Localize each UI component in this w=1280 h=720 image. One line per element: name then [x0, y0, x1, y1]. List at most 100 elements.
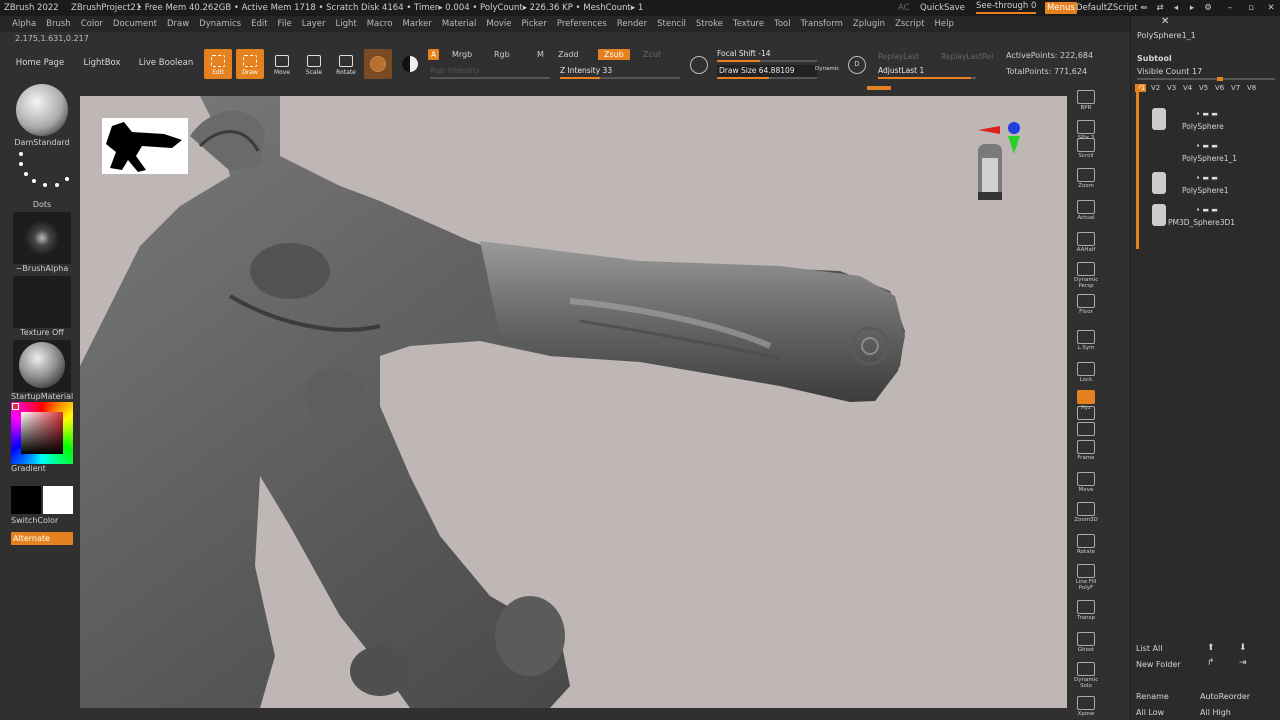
minimize-icon[interactable]: –	[1223, 0, 1237, 16]
menu-draw[interactable]: Draw	[167, 16, 189, 32]
rename-button[interactable]: Rename	[1136, 692, 1169, 701]
alternate-button[interactable]: Alternate	[11, 532, 73, 545]
menu-render[interactable]: Render	[617, 16, 647, 32]
menu-stroke[interactable]: Stroke	[696, 16, 723, 32]
down-arrow-icon[interactable]: ⬇	[1239, 643, 1247, 653]
live-boolean-button[interactable]: Live Boolean	[136, 54, 196, 72]
visibility-tab-v3[interactable]: V3	[1167, 84, 1176, 92]
shuffle-icon[interactable]: ⇄	[1153, 0, 1167, 16]
list-all-button[interactable]: List All	[1136, 644, 1162, 653]
menu-picker[interactable]: Picker	[522, 16, 547, 32]
subtool-visibility-icon[interactable]: • ▬ ▬	[1196, 206, 1218, 214]
material-swatch[interactable]	[364, 49, 392, 79]
texture-selector[interactable]: Texture Off	[11, 276, 73, 337]
maximize-icon[interactable]: ▫	[1244, 0, 1258, 16]
subtool-visibility-icon[interactable]: • ▬ ▬	[1196, 174, 1218, 182]
all-low-button[interactable]: All Low	[1136, 708, 1164, 717]
subtool-visibility-icon[interactable]: • ▬ ▬	[1196, 142, 1218, 150]
visibility-tab-v2[interactable]: V2	[1151, 84, 1160, 92]
lazy-mouse-icon[interactable]	[690, 56, 708, 74]
tool-thumbnail-icon[interactable]: ✕	[1161, 16, 1169, 27]
material-selector[interactable]: StartupMaterial	[11, 340, 73, 401]
stroke-selector[interactable]: Dots	[11, 148, 73, 209]
menu-edit[interactable]: Edit	[251, 16, 267, 32]
shelf-ghost-button[interactable]: Ghost	[1074, 632, 1098, 653]
dynamic-toggle[interactable]: Dynamic	[815, 66, 839, 72]
up-arrow-icon[interactable]: ⬆	[1207, 643, 1215, 653]
menu-file[interactable]: File	[278, 16, 292, 32]
rgb-toggle[interactable]: Rgb	[494, 50, 510, 59]
menus-button[interactable]: Menus	[1045, 2, 1077, 14]
shelf-xpose-button[interactable]: Xpose	[1074, 696, 1098, 717]
replay-last-rel-button[interactable]: ReplayLastRel	[941, 52, 994, 61]
menu-brush[interactable]: Brush	[46, 16, 71, 32]
edit-mode-button[interactable]: Edit	[204, 49, 232, 79]
visibility-tab-v8[interactable]: V8	[1247, 84, 1256, 92]
move-mode-button[interactable]: Move	[268, 49, 296, 79]
zadd-toggle[interactable]: Zadd	[558, 50, 579, 59]
shelf-bpr-button[interactable]: BPR	[1074, 90, 1098, 111]
shelf-aahalf-button[interactable]: AAHalf	[1074, 232, 1098, 253]
shelf-transp-button[interactable]: Transp	[1074, 600, 1098, 621]
see-through-slider[interactable]: See-through 0	[976, 0, 1037, 14]
menu-material[interactable]: Material	[442, 16, 477, 32]
menu-zscript[interactable]: Zscript	[895, 16, 925, 32]
shelf-line-fill-polyf-button[interactable]: Line Fill PolyF	[1074, 564, 1098, 591]
draw-size-slider[interactable]: Draw Size 64.88109	[717, 65, 817, 79]
left-arrow-icon[interactable]: ◂	[1169, 0, 1183, 16]
m-toggle[interactable]: M	[537, 50, 544, 59]
menu-texture[interactable]: Texture	[733, 16, 764, 32]
menu-macro[interactable]: Macro	[367, 16, 393, 32]
gear-icon[interactable]: ⚙	[1201, 0, 1215, 16]
subtool-item[interactable]: • ▬ ▬ PolySphere1	[1148, 172, 1266, 204]
menu-tool[interactable]: Tool	[774, 16, 791, 32]
subtool-item[interactable]: • ▬ ▬ PM3D_Sphere3D1	[1148, 204, 1266, 236]
all-high-button[interactable]: All High	[1200, 708, 1231, 717]
shelf-dynamic-solo-button[interactable]: Dynamic Solo	[1074, 662, 1098, 689]
adjust-last-slider[interactable]: AdjustLast 1	[878, 65, 976, 79]
menu-layer[interactable]: Layer	[302, 16, 326, 32]
shelf-move-button[interactable]: Move	[1074, 472, 1098, 493]
shelf-scroll-button[interactable]: Scroll	[1074, 138, 1098, 159]
z-intensity-slider[interactable]: Z Intensity 33	[560, 65, 680, 79]
visibility-tab-v5[interactable]: V5	[1199, 84, 1208, 92]
menu-light[interactable]: Light	[335, 16, 356, 32]
menu-movie[interactable]: Movie	[486, 16, 511, 32]
menu-help[interactable]: Help	[935, 16, 954, 32]
new-folder-button[interactable]: New Folder	[1136, 660, 1181, 669]
canvas-viewport[interactable]: +	[80, 96, 1067, 708]
menu-transform[interactable]: Transform	[801, 16, 843, 32]
shelf-lock-button[interactable]: Lock	[1074, 362, 1098, 383]
visibility-tab-v4[interactable]: V4	[1183, 84, 1192, 92]
menu-color[interactable]: Color	[81, 16, 103, 32]
gizmo-orientation[interactable]	[978, 122, 1020, 206]
shelf-l-sym-button[interactable]: L.Sym	[1074, 330, 1098, 351]
shelf-floor-button[interactable]: Floor	[1074, 294, 1098, 315]
rotate-mode-button[interactable]: Rotate	[332, 49, 360, 79]
shelf-frame-button[interactable]: Frame	[1074, 440, 1098, 461]
shelf-btn-11-button[interactable]	[1074, 406, 1098, 421]
visible-count-slider[interactable]: Visible Count 17	[1137, 67, 1202, 76]
color-picker[interactable]: Gradient	[11, 402, 73, 473]
focal-shift-slider[interactable]: Focal Shift -14	[717, 48, 817, 62]
replay-last-button[interactable]: ReplayLast	[878, 52, 919, 61]
lightbox-button[interactable]: LightBox	[80, 54, 124, 72]
home-page-button[interactable]: Home Page	[12, 54, 68, 72]
menu-dynamics[interactable]: Dynamics	[199, 16, 241, 32]
visibility-tab-v6[interactable]: V6	[1215, 84, 1224, 92]
menu-zplugin[interactable]: Zplugin	[853, 16, 885, 32]
switch-color-button[interactable]: SwitchColor	[11, 484, 73, 525]
menu-stencil[interactable]: Stencil	[657, 16, 686, 32]
right-arrow-icon[interactable]: ▸	[1185, 0, 1199, 16]
subtool-scroll-indicator[interactable]	[1136, 84, 1139, 249]
default-zscript-button[interactable]: DefaultZScript	[1076, 0, 1138, 16]
color-swatch[interactable]	[396, 49, 424, 79]
move-down-icon[interactable]: ⇥	[1239, 658, 1247, 668]
move-up-icon[interactable]: ↱	[1207, 658, 1215, 668]
menu-preferences[interactable]: Preferences	[557, 16, 607, 32]
shelf-dynamic-persp-button[interactable]: Dynamic Persp	[1074, 262, 1098, 289]
shelf-zoom3d-button[interactable]: Zoom3D	[1074, 502, 1098, 523]
shelf-btn-12-button[interactable]	[1074, 422, 1098, 437]
shelf-rotate-button[interactable]: Rotate	[1074, 534, 1098, 555]
arrows-icon[interactable]: ⇚	[1137, 0, 1151, 16]
